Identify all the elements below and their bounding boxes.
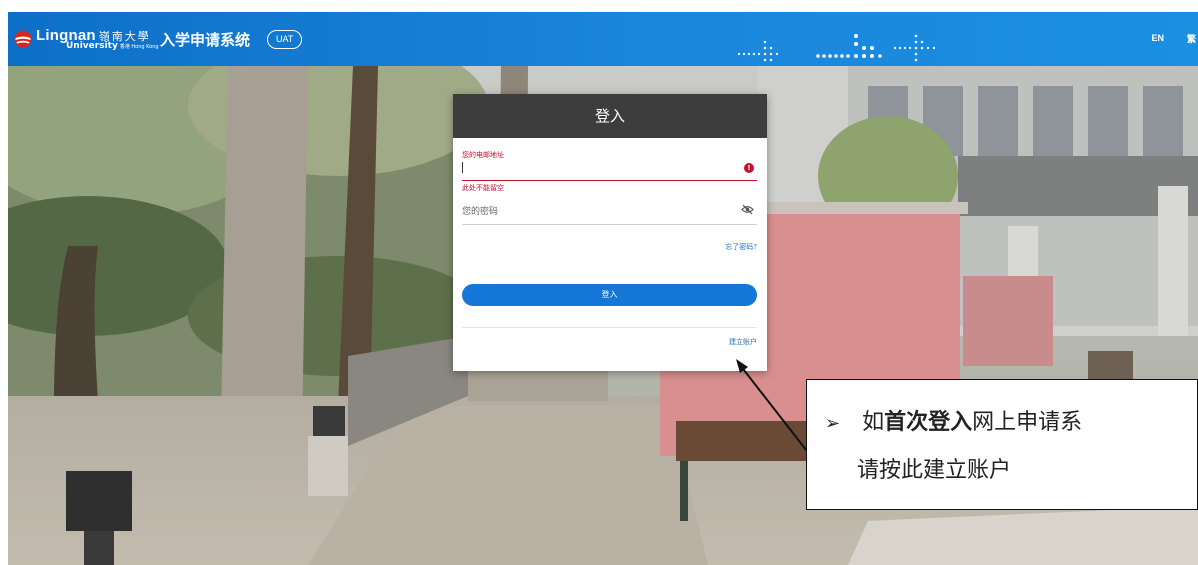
logo-wordmark: Lingnan 嶺南大學 University 香港 Hong Kong <box>36 27 159 51</box>
dot-pattern-decoration <box>893 34 936 62</box>
error-icon: ! <box>744 163 754 173</box>
callout-bullet: ➢ <box>825 413 841 434</box>
password-placeholder: 您的密码 <box>462 207 499 217</box>
email-error-message: 此处不能留空 <box>462 184 504 192</box>
system-title: 入学申请系统 <box>160 31 251 49</box>
create-account-link[interactable]: 建立账户 <box>729 337 757 347</box>
login-button[interactable]: 登入 <box>462 284 757 306</box>
dot-pattern-decoration <box>737 40 779 62</box>
email-field[interactable]: 您的电邮地址 ! <box>462 150 757 181</box>
header-bar: Lingnan 嶺南大學 University 香港 Hong Kong 入学申请系… <box>8 12 1198 66</box>
callout-line-1: ➢ 如首次登入网上申请系 <box>825 404 1082 436</box>
eye-slash-icon[interactable] <box>741 204 754 215</box>
logo-subtext-hk: 香港 Hong Kong <box>119 44 159 50</box>
env-badge: UAT <box>267 30 303 49</box>
lingnan-logo[interactable]: Lingnan 嶺南大學 University 香港 Hong Kong <box>14 26 159 52</box>
logo-subtext: University 香港 Hong Kong <box>66 42 159 51</box>
language-tc-button[interactable]: 繁 <box>1187 32 1196 45</box>
callout-text-bold: 首次登入 <box>884 409 973 435</box>
callout-text-post: 网上申请系 <box>972 410 1083 435</box>
email-label: 您的电邮地址 <box>462 151 504 159</box>
callout-text-pre: 如 <box>862 410 885 435</box>
page: Lingnan 嶺南大學 University 香港 Hong Kong 入学申请系… <box>0 0 1198 565</box>
password-field[interactable]: 您的密码 <box>462 200 757 225</box>
annotation-callout: ➢ 如首次登入网上申请系 请按此建立账户 <box>806 379 1198 510</box>
lingnan-logo-icon <box>14 30 32 48</box>
divider <box>462 327 757 328</box>
login-title: 登入 <box>453 94 767 138</box>
forgot-password-link[interactable]: 忘了密码? <box>725 242 757 252</box>
login-card: 登入 您的电邮地址 ! 此处不能留空 您的密码 忘了密码? 登入 建立账户 <box>453 94 767 371</box>
logo-subtext-university: University <box>66 41 118 51</box>
dot-pattern-decoration <box>816 34 882 58</box>
callout-line-2: 请按此建立账户 <box>857 458 1012 483</box>
language-en-button[interactable]: EN <box>1151 33 1164 43</box>
text-caret <box>462 162 463 173</box>
